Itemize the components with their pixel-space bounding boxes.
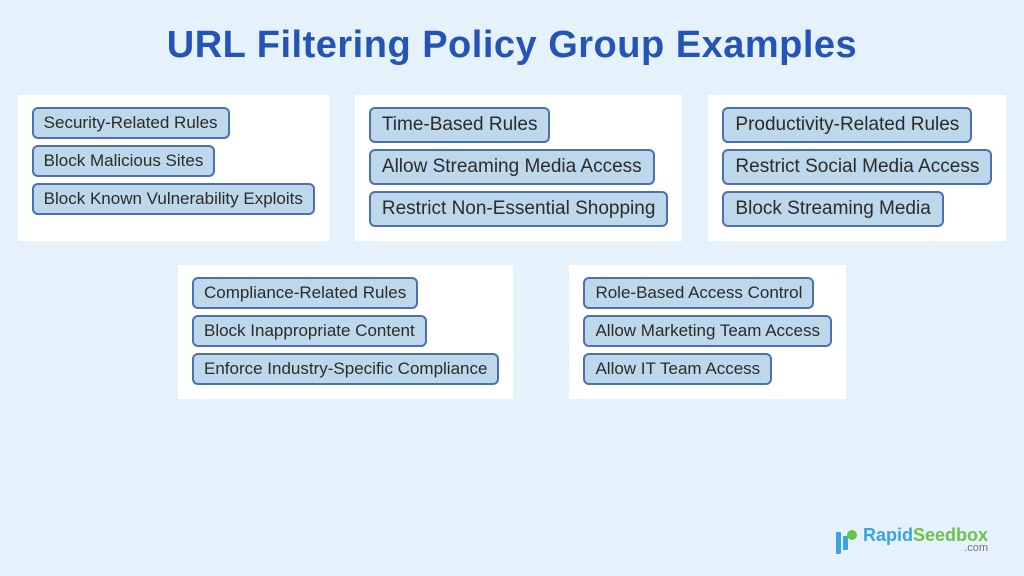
brand-name-a: Rapid	[863, 525, 913, 545]
pill: Restrict Social Media Access	[722, 149, 992, 185]
card-productivity: Productivity-Related Rules Restrict Soci…	[708, 95, 1006, 241]
pill: Productivity-Related Rules	[722, 107, 972, 143]
card-time: Time-Based Rules Allow Streaming Media A…	[355, 95, 683, 241]
brand-logo: RapidSeedbox .com	[836, 526, 988, 554]
pill: Compliance-Related Rules	[192, 277, 418, 309]
pill: Allow Marketing Team Access	[583, 315, 832, 347]
pill: Block Known Vulnerability Exploits	[32, 183, 315, 215]
pill: Time-Based Rules	[369, 107, 551, 143]
pill: Role-Based Access Control	[583, 277, 814, 309]
pill: Block Malicious Sites	[32, 145, 216, 177]
row-2: Compliance-Related Rules Block Inappropr…	[0, 265, 1024, 399]
brand-name: RapidSeedbox .com	[863, 526, 988, 554]
pill: Enforce Industry-Specific Compliance	[192, 353, 499, 385]
card-compliance: Compliance-Related Rules Block Inappropr…	[178, 265, 513, 399]
card-security: Security-Related Rules Block Malicious S…	[18, 95, 329, 241]
pill: Security-Related Rules	[32, 107, 230, 139]
page-title: URL Filtering Policy Group Examples	[0, 0, 1024, 67]
pill: Block Inappropriate Content	[192, 315, 427, 347]
brand-icon	[836, 532, 857, 554]
row-1: Security-Related Rules Block Malicious S…	[0, 95, 1024, 241]
pill: Restrict Non-Essential Shopping	[369, 191, 669, 227]
pill: Allow IT Team Access	[583, 353, 772, 385]
pill: Allow Streaming Media Access	[369, 149, 655, 185]
pill: Block Streaming Media	[722, 191, 943, 227]
card-role: Role-Based Access Control Allow Marketin…	[569, 265, 846, 399]
